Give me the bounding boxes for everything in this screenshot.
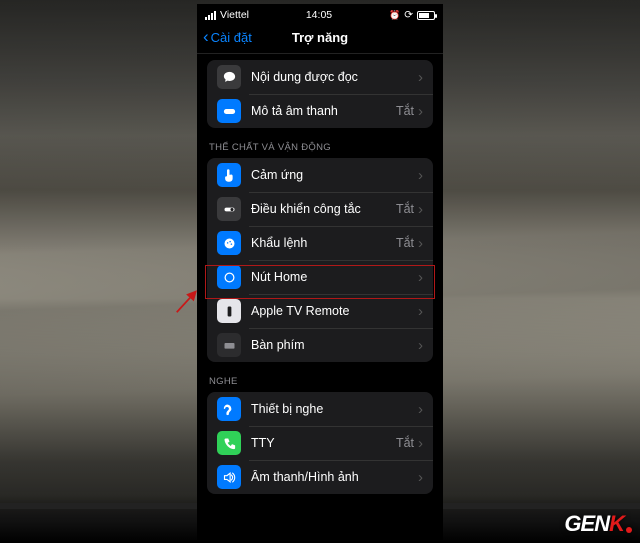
row-value: Tắt (396, 236, 414, 250)
settings-scroll[interactable]: Nội dung được đọc › Mô tả âm thanh Tắt ›… (197, 54, 443, 540)
row-audio-visual[interactable]: Âm thanh/Hình ảnh › (207, 460, 433, 494)
row-voice-control[interactable]: Khẩu lệnh Tắt › (207, 226, 433, 260)
group-motor: Cảm ứng › Điều khiển công tắc Tắt › Khẩu… (207, 158, 433, 362)
chevron-right-icon: › (418, 168, 423, 183)
row-label: Cảm ứng (251, 168, 418, 182)
row-label: Thiết bị nghe (251, 402, 418, 416)
chevron-left-icon: ‹ (203, 28, 209, 45)
row-label: Nội dung được đọc (251, 70, 414, 84)
row-apple-tv-remote[interactable]: Apple TV Remote › (207, 294, 433, 328)
nav-bar: ‹ Cài đặt Trợ năng (197, 22, 443, 54)
speech-icon (217, 65, 241, 89)
keyboard-icon (217, 333, 241, 357)
tty-icon (217, 431, 241, 455)
battery-icon (417, 11, 435, 20)
row-value: Tắt (396, 436, 414, 450)
touch-icon (217, 163, 241, 187)
row-label: Mô tả âm thanh (251, 104, 396, 118)
ear-icon (217, 397, 241, 421)
row-audio-descriptions[interactable]: Mô tả âm thanh Tắt › (207, 94, 433, 128)
signal-bars-icon (205, 11, 216, 20)
annotation-arrow (175, 288, 201, 314)
row-label: Âm thanh/Hình ảnh (251, 470, 418, 484)
group-hearing: Thiết bị nghe › TTY Tắt › Âm thanh/Hình … (207, 392, 433, 494)
alarm-icon: ⏰ (389, 10, 400, 21)
watermark-white: GEN (564, 511, 609, 537)
chevron-right-icon: › (418, 70, 423, 85)
watermark-genk: GENK (564, 511, 632, 537)
chevron-right-icon: › (418, 304, 423, 319)
home-button-icon (217, 265, 241, 289)
row-label: Khẩu lệnh (251, 236, 396, 250)
status-bar: Viettel 14:05 ⏰ ⟳ (197, 4, 443, 22)
chevron-right-icon: › (418, 202, 423, 217)
chevron-right-icon: › (418, 436, 423, 451)
row-tty[interactable]: TTY Tắt › (207, 426, 433, 460)
row-label: TTY (251, 436, 396, 450)
page-title: Trợ năng (292, 30, 348, 45)
row-hearing-devices[interactable]: Thiết bị nghe › (207, 392, 433, 426)
row-label: Điều khiển công tắc (251, 202, 396, 216)
watermark-red: K (609, 511, 624, 537)
orientation-lock-icon: ⟳ (404, 9, 413, 21)
row-home-button[interactable]: Nút Home › (207, 260, 433, 294)
back-button[interactable]: ‹ Cài đặt (203, 29, 252, 46)
chevron-right-icon: › (418, 236, 423, 251)
audio-description-icon (217, 99, 241, 123)
back-label: Cài đặt (211, 30, 252, 45)
group-header-hearing: NGHE (197, 362, 443, 392)
row-label: Bàn phím (251, 338, 418, 352)
row-value: Tắt (396, 104, 414, 118)
chevron-right-icon: › (418, 470, 423, 485)
row-keyboards[interactable]: Bàn phím › (207, 328, 433, 362)
row-value: Tắt (396, 202, 414, 216)
row-label: Apple TV Remote (251, 304, 418, 318)
group-general: Nội dung được đọc › Mô tả âm thanh Tắt › (207, 60, 433, 128)
phone-frame: Viettel 14:05 ⏰ ⟳ ‹ Cài đặt Trợ năng Nội… (197, 4, 443, 540)
row-switch-control[interactable]: Điều khiển công tắc Tắt › (207, 192, 433, 226)
group-header-motor: THỂ CHẤT VÀ VẬN ĐỘNG (197, 128, 443, 158)
row-touch[interactable]: Cảm ứng › (207, 158, 433, 192)
row-label: Nút Home (251, 270, 418, 284)
chevron-right-icon: › (418, 104, 423, 119)
watermark-dot (626, 527, 632, 533)
chevron-right-icon: › (418, 402, 423, 417)
clock-label: 14:05 (306, 9, 332, 21)
remote-icon (217, 299, 241, 323)
carrier-label: Viettel (220, 9, 249, 21)
chevron-right-icon: › (418, 270, 423, 285)
switch-control-icon (217, 197, 241, 221)
speaker-icon (217, 465, 241, 489)
row-spoken-content[interactable]: Nội dung được đọc › (207, 60, 433, 94)
chevron-right-icon: › (418, 338, 423, 353)
voice-control-icon (217, 231, 241, 255)
